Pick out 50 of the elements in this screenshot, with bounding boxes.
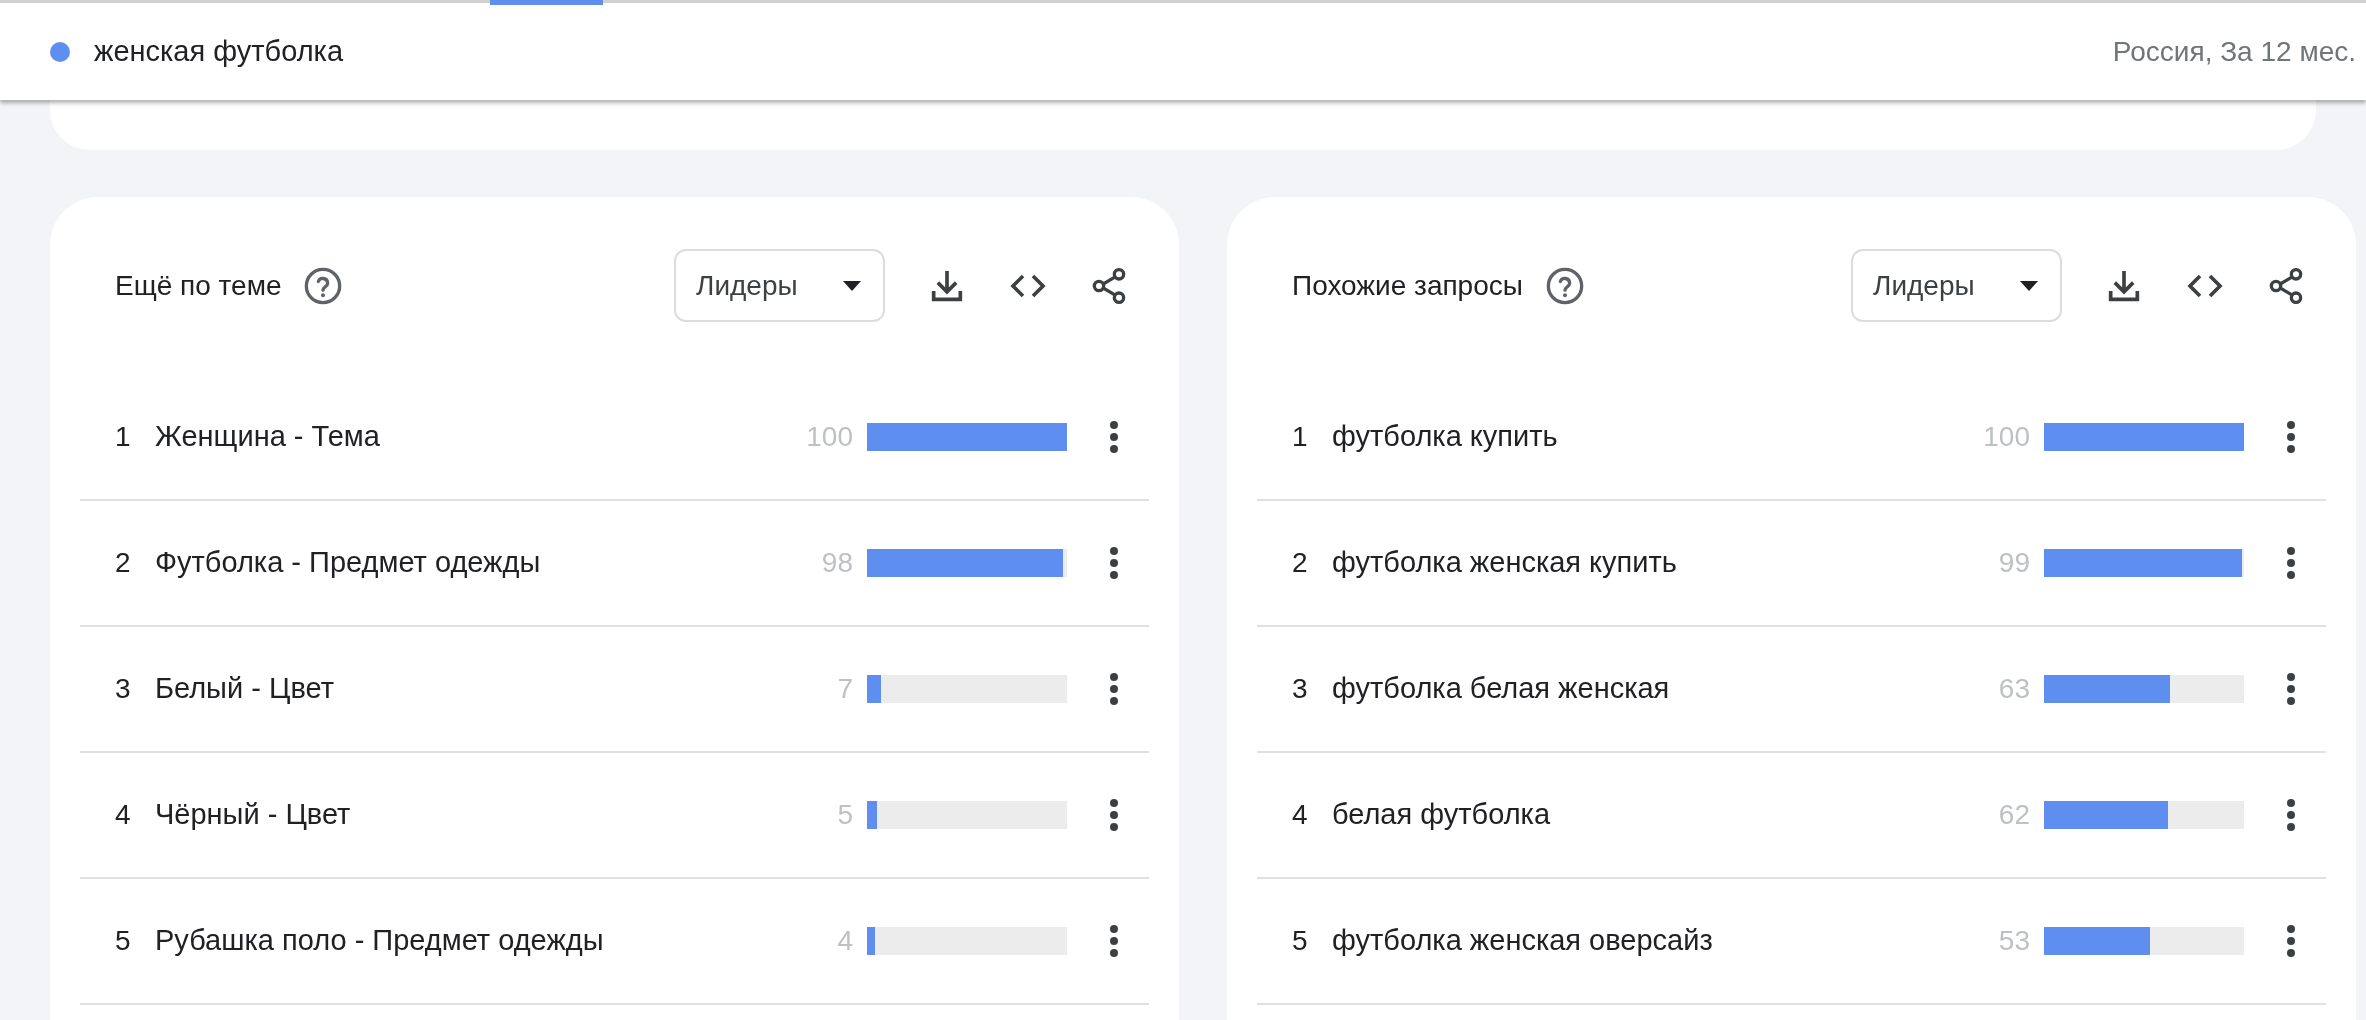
rank-number: 1 <box>1292 420 1309 454</box>
topic-label[interactable]: Футболка - Предмет одежды <box>155 541 753 585</box>
score-value: 62 <box>1997 798 2030 832</box>
topic-label[interactable]: Чёрный - Цвет <box>155 793 753 837</box>
more-options-icon[interactable] <box>2286 798 2296 832</box>
rank-number: 2 <box>1292 546 1309 580</box>
topic-label[interactable]: Белый - Цвет <box>155 667 753 711</box>
score-value: 5 <box>836 798 853 832</box>
caret-icon <box>2020 280 2038 291</box>
score-value: 100 <box>805 420 853 454</box>
more-options-icon[interactable] <box>1109 420 1119 454</box>
rank-number: 4 <box>115 798 132 832</box>
help-icon[interactable] <box>1544 265 1585 306</box>
score-value: 98 <box>820 546 853 580</box>
topic-label[interactable]: Рубашка поло - Предмет одежды <box>155 919 753 963</box>
score-value: 53 <box>1997 924 2030 958</box>
more-options-icon[interactable] <box>2286 420 2296 454</box>
rank-number: 1 <box>115 420 132 454</box>
score-value: 7 <box>836 672 853 706</box>
search-term: женская футболка <box>94 33 344 69</box>
topic-label[interactable]: Женщина - Тема <box>155 415 753 459</box>
filter-dropdown[interactable]: Лидеры <box>1851 249 2062 322</box>
more-options-icon[interactable] <box>1109 924 1119 958</box>
score-value: 99 <box>1997 546 2030 580</box>
caret-icon <box>843 280 861 291</box>
help-icon[interactable] <box>303 265 344 306</box>
more-options-icon[interactable] <box>2286 546 2296 580</box>
panel-title: Похожие запросы <box>1292 268 1523 303</box>
rank-number: 3 <box>115 672 132 706</box>
topic-label[interactable]: футболка женская оверсайз <box>1332 919 1930 963</box>
topic-label[interactable]: футболка женская купить <box>1332 541 1930 585</box>
more-options-icon[interactable] <box>1109 546 1119 580</box>
more-options-icon[interactable] <box>2286 672 2296 706</box>
topic-label[interactable]: футболка купить <box>1332 415 1930 459</box>
scope-label: Россия, За 12 мес. <box>2112 34 2356 69</box>
more-options-icon[interactable] <box>1109 798 1119 832</box>
topic-label[interactable]: футболка белая женская <box>1332 667 1930 711</box>
score-value: 100 <box>1982 420 2030 454</box>
panel-title: Ещё по теме <box>115 268 282 303</box>
more-options-icon[interactable] <box>2286 924 2296 958</box>
rank-number: 2 <box>115 546 132 580</box>
more-options-icon[interactable] <box>1109 672 1119 706</box>
score-value: 63 <box>1997 672 2030 706</box>
rank-number: 3 <box>1292 672 1309 706</box>
topic-label[interactable]: белая футболка <box>1332 793 1930 837</box>
rank-number: 4 <box>1292 798 1309 832</box>
score-value: 4 <box>836 924 853 958</box>
rank-number: 5 <box>115 924 132 958</box>
rank-number: 5 <box>1292 924 1309 958</box>
filter-dropdown[interactable]: Лидеры <box>674 249 885 322</box>
